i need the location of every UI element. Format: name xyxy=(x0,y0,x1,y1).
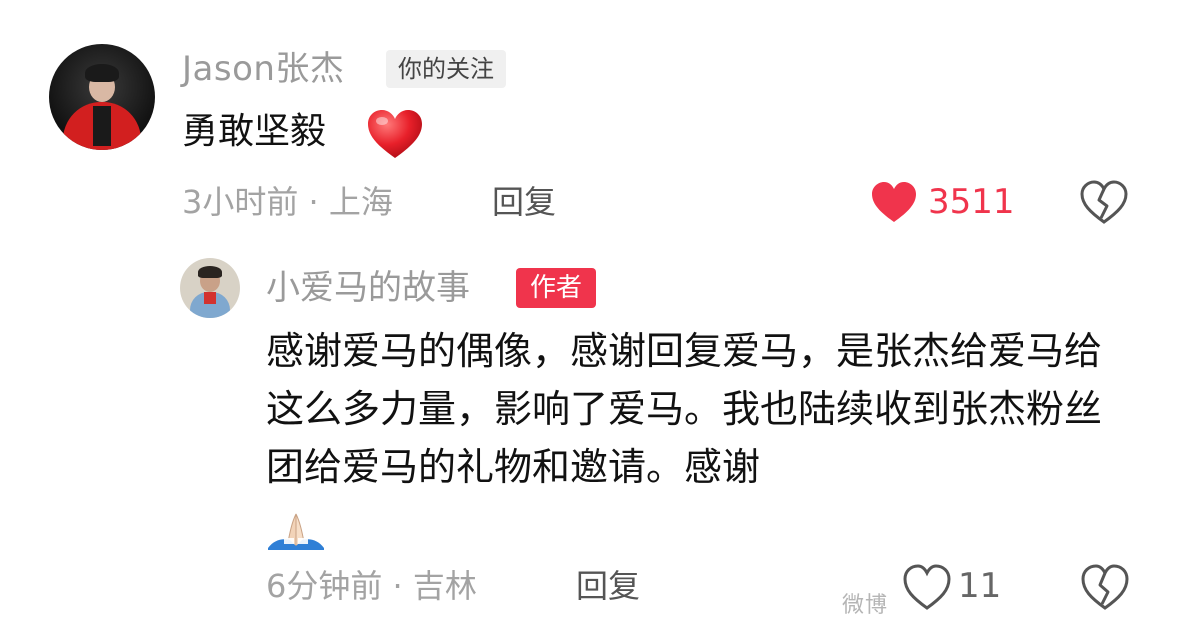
comment-text: 勇敢坚毅 xyxy=(182,111,327,152)
comment-time-location: 3小时前 · 上海 xyxy=(182,183,393,221)
like-heart-icon[interactable] xyxy=(902,562,952,612)
like-heart-icon[interactable] xyxy=(870,180,918,224)
folded-hands-emoji-icon xyxy=(268,513,324,550)
watermark: 微博 xyxy=(842,593,889,618)
reply-button[interactable]: 回复 xyxy=(492,180,556,224)
like-count: 3511 xyxy=(928,182,1015,222)
comment-author-name[interactable]: Jason张杰 xyxy=(182,46,344,92)
reply-text: 感谢爱马的偶像，感谢回复爱马，是张杰给爱马给这么多力量，影响了爱马。我也陆续收到… xyxy=(266,329,1103,489)
broken-heart-icon[interactable] xyxy=(1080,180,1128,224)
like-count: 11 xyxy=(958,566,1002,606)
avatar[interactable] xyxy=(49,44,155,150)
reply-avatar[interactable] xyxy=(180,258,240,318)
broken-heart-icon[interactable] xyxy=(1080,562,1130,612)
reply-button[interactable]: 回复 xyxy=(576,564,640,608)
reply-time-location: 6分钟前 · 吉林 xyxy=(266,567,477,605)
red-heart-emoji-icon xyxy=(368,110,422,158)
reply-author-name[interactable]: 小爱马的故事 xyxy=(266,265,470,311)
following-badge: 你的关注 xyxy=(386,50,506,88)
author-badge: 作者 xyxy=(516,268,597,308)
